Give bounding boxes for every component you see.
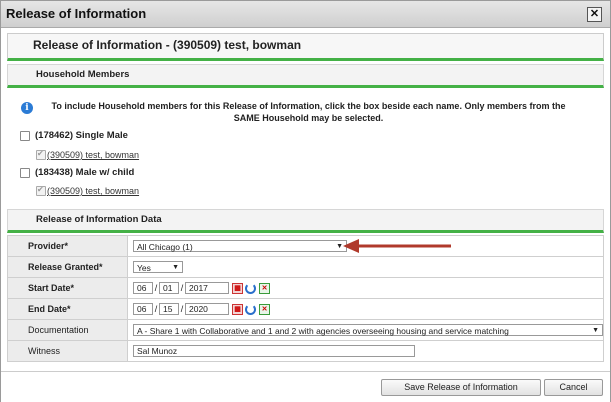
- household-label-single-male: (178462) Single Male: [35, 130, 128, 141]
- documentation-select[interactable]: A - Share 1 with Collaborative and 1 and…: [133, 324, 603, 336]
- start-date-month[interactable]: 06: [133, 282, 153, 294]
- provider-label: Provider*: [7, 235, 128, 257]
- household-label-male-with-child: (183438) Male w/ child: [35, 167, 135, 178]
- annotation-arrow-icon: [343, 239, 451, 253]
- close-icon[interactable]: ✕: [587, 7, 602, 22]
- page-title: Release of Information - (390509) test, …: [33, 38, 302, 52]
- dialog-title: Release of Information: [6, 6, 147, 21]
- end-date-year[interactable]: 2020: [185, 303, 229, 315]
- household-members-title: Household Members: [36, 69, 130, 80]
- end-date-label: End Date*: [7, 298, 128, 320]
- start-date-year[interactable]: 2017: [185, 282, 229, 294]
- page-header: Release of Information - (390509) test, …: [7, 33, 604, 61]
- release-of-information-dialog: Release of Information ✕ Release of Info…: [0, 0, 611, 402]
- witness-label: Witness: [7, 340, 128, 362]
- calendar-icon[interactable]: ▦: [232, 282, 243, 294]
- release-granted-row: Release Granted* Yes ▼: [7, 256, 604, 278]
- end-date-row: End Date* 06/15/2020 ▦ ✕: [7, 298, 604, 320]
- household-members-header: Household Members: [7, 64, 604, 88]
- refresh-icon[interactable]: [245, 303, 256, 315]
- info-icon: i: [21, 102, 33, 114]
- end-date-day[interactable]: 15: [159, 303, 179, 315]
- dialog-footer: Save Release of Information Cancel: [1, 371, 610, 402]
- documentation-row: Documentation A - Share 1 with Collabora…: [7, 319, 604, 341]
- dialog-titlebar: Release of Information ✕: [1, 1, 610, 28]
- release-granted-select[interactable]: Yes ▼: [133, 261, 183, 273]
- roi-data-title: Release of Information Data: [36, 214, 162, 225]
- member-link-male-with-child[interactable]: (390509) test, bowman: [47, 186, 139, 196]
- member-link-single-male[interactable]: (390509) test, bowman: [47, 150, 139, 160]
- cancel-button[interactable]: Cancel: [544, 379, 603, 396]
- save-release-button[interactable]: Save Release of Information: [381, 379, 541, 396]
- chevron-down-icon: ▼: [172, 264, 179, 271]
- provider-select[interactable]: All Chicago (1) ▼: [133, 240, 347, 252]
- chevron-down-icon: ▼: [592, 327, 599, 334]
- witness-input[interactable]: Sal Munoz: [133, 345, 415, 357]
- end-date-month[interactable]: 06: [133, 303, 153, 315]
- calendar-icon[interactable]: ▦: [232, 303, 243, 315]
- start-date-row: Start Date* 06/01/2017 ▦ ✕: [7, 277, 604, 299]
- household-checkbox-single-male[interactable]: [20, 131, 30, 141]
- roi-data-header: Release of Information Data: [7, 209, 604, 233]
- start-date-label: Start Date*: [7, 277, 128, 299]
- roi-form: Provider* All Chicago (1) ▼ Release Grant…: [7, 235, 604, 362]
- release-granted-label: Release Granted*: [7, 256, 128, 278]
- clear-date-icon[interactable]: ✕: [259, 282, 270, 294]
- refresh-icon[interactable]: [245, 282, 256, 294]
- clear-date-icon[interactable]: ✕: [259, 303, 270, 315]
- member-checkbox-male-with-child: [36, 185, 46, 196]
- witness-row: Witness Sal Munoz: [7, 340, 604, 362]
- household-info-text: To include Household members for this Re…: [51, 101, 566, 123]
- documentation-label: Documentation: [7, 319, 128, 341]
- provider-row: Provider* All Chicago (1) ▼: [7, 235, 604, 257]
- member-checkbox-single-male: [36, 149, 46, 160]
- chevron-down-icon: ▼: [336, 243, 343, 250]
- household-checkbox-male-with-child[interactable]: [20, 168, 30, 178]
- start-date-day[interactable]: 01: [159, 282, 179, 294]
